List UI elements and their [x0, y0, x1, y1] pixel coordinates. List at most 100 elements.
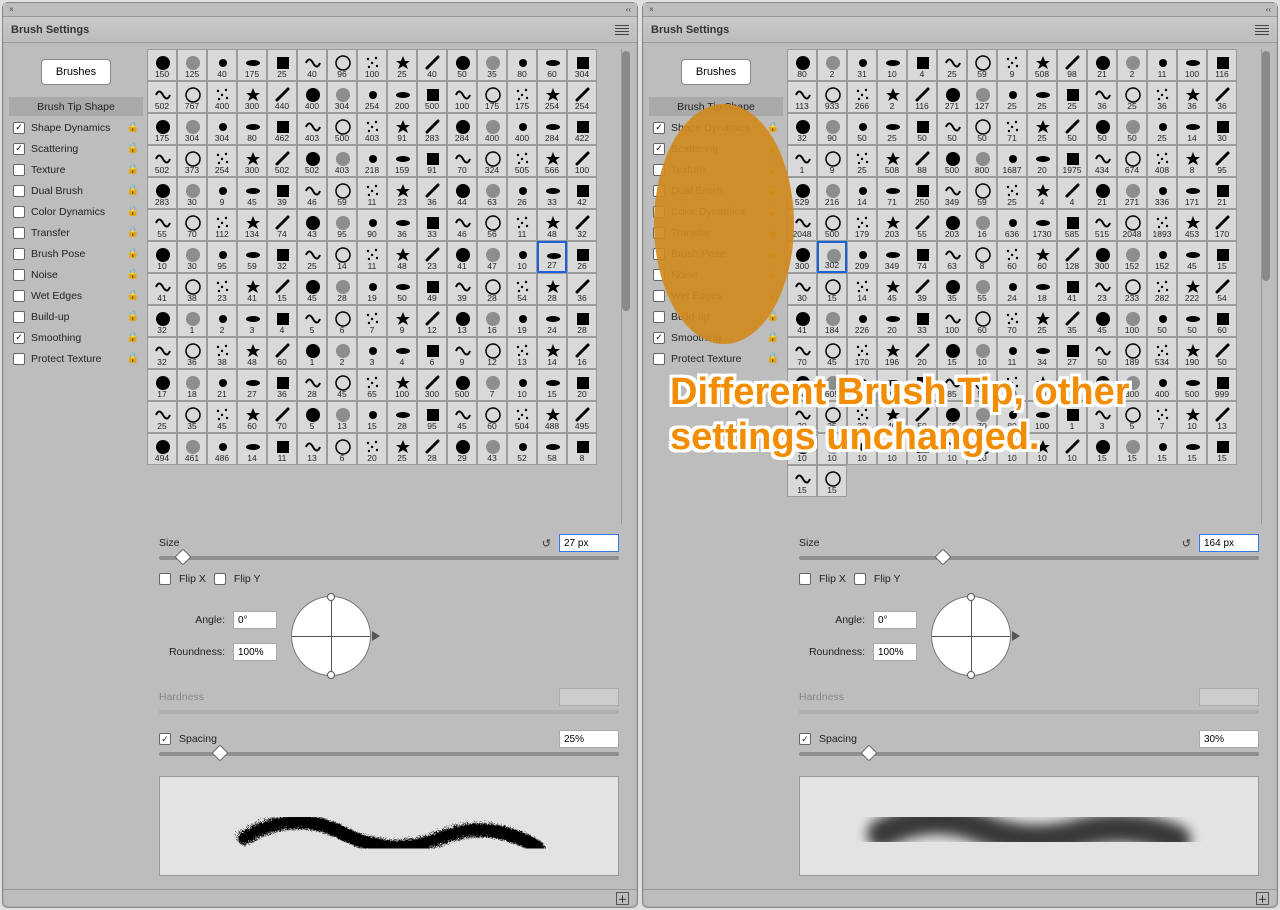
- brush-tip[interactable]: 222: [1177, 273, 1207, 305]
- brush-tip[interactable]: 400: [297, 81, 327, 113]
- new-preset-icon[interactable]: ＋: [1256, 892, 1269, 905]
- brush-tip[interactable]: 36: [267, 369, 297, 401]
- brush-tip[interactable]: 2048: [1117, 209, 1147, 241]
- brush-tip[interactable]: 500: [1177, 369, 1207, 401]
- brush-tip[interactable]: 59: [967, 49, 997, 81]
- brush-tip[interactable]: 30: [1207, 113, 1237, 145]
- brush-tip[interactable]: 26: [567, 241, 597, 273]
- brush-tip[interactable]: 9: [817, 145, 847, 177]
- brush-tip[interactable]: 1: [787, 145, 817, 177]
- brush-tip[interactable]: 304: [567, 49, 597, 81]
- brush-tip[interactable]: 25: [1027, 113, 1057, 145]
- brush-tip[interactable]: 47: [477, 241, 507, 273]
- brush-tip[interactable]: 349: [877, 241, 907, 273]
- brush-tip[interactable]: 508: [1027, 49, 1057, 81]
- brush-tip[interactable]: 28: [537, 273, 567, 305]
- brush-tip[interactable]: 1: [297, 337, 327, 369]
- brush-tip[interactable]: 56: [477, 209, 507, 241]
- scrollbar[interactable]: [621, 49, 631, 524]
- brush-tip[interactable]: 80: [787, 49, 817, 81]
- brush-tip[interactable]: 43: [477, 433, 507, 465]
- brush-tip[interactable]: 50: [1147, 305, 1177, 337]
- brush-tip-shape-header[interactable]: Brush Tip Shape: [9, 97, 143, 116]
- brush-tip[interactable]: 6: [327, 433, 357, 465]
- brush-tip[interactable]: 39: [267, 177, 297, 209]
- size-input[interactable]: [1199, 534, 1259, 552]
- option-brush-pose[interactable]: Brush Pose 🔒: [9, 244, 143, 263]
- brush-tip[interactable]: 226: [847, 305, 877, 337]
- collapse-icon[interactable]: ‹‹: [626, 5, 631, 14]
- brush-tip[interactable]: 3: [357, 337, 387, 369]
- brush-tip[interactable]: 36: [417, 177, 447, 209]
- brush-tip[interactable]: 100: [1177, 49, 1207, 81]
- brush-tip[interactable]: 60: [267, 337, 297, 369]
- brush-tip[interactable]: 33: [907, 305, 937, 337]
- brush-tip[interactable]: 373: [177, 145, 207, 177]
- brush-tip[interactable]: 495: [567, 401, 597, 433]
- brush-tip[interactable]: 800: [967, 145, 997, 177]
- checkbox[interactable]: [653, 290, 665, 302]
- flipx-checkbox[interactable]: [799, 573, 811, 585]
- brush-tip[interactable]: 304: [177, 113, 207, 145]
- brush-tip[interactable]: 48: [537, 209, 567, 241]
- brush-tip[interactable]: 10: [507, 369, 537, 401]
- brush-tip[interactable]: 349: [937, 177, 967, 209]
- brush-tip[interactable]: 32: [147, 305, 177, 337]
- brush-tip[interactable]: 500: [327, 113, 357, 145]
- brush-tip[interactable]: 36: [1207, 81, 1237, 113]
- brush-tip[interactable]: 35: [937, 273, 967, 305]
- brush-tip[interactable]: 10: [877, 49, 907, 81]
- brush-tip[interactable]: 502: [147, 145, 177, 177]
- brush-tip[interactable]: 25: [1027, 305, 1057, 337]
- brush-tip[interactable]: 71: [997, 113, 1027, 145]
- brush-tip[interactable]: 254: [537, 81, 567, 113]
- brush-tip[interactable]: 13: [447, 305, 477, 337]
- brush-tip[interactable]: 70: [787, 337, 817, 369]
- brush-tip[interactable]: 50: [1057, 113, 1087, 145]
- brush-tip[interactable]: 90: [817, 113, 847, 145]
- brush-tip[interactable]: 41: [1057, 273, 1087, 305]
- brush-tip[interactable]: 21: [1087, 177, 1117, 209]
- checkbox[interactable]: [13, 269, 25, 281]
- brush-tip[interactable]: 500: [937, 145, 967, 177]
- brush-tip[interactable]: 4: [267, 305, 297, 337]
- brush-tip[interactable]: 175: [147, 113, 177, 145]
- option-protect-texture[interactable]: Protect Texture 🔒: [649, 349, 783, 368]
- brush-tip[interactable]: 60: [1027, 241, 1057, 273]
- brushes-button[interactable]: Brushes: [41, 59, 111, 85]
- brush-tip[interactable]: 171: [1177, 177, 1207, 209]
- brush-tip[interactable]: 23: [1087, 273, 1117, 305]
- brush-tip[interactable]: 28: [387, 401, 417, 433]
- brush-tip[interactable]: 11: [507, 209, 537, 241]
- brush-tip[interactable]: 283: [417, 113, 447, 145]
- brush-tip[interactable]: 6: [327, 305, 357, 337]
- brush-tip[interactable]: 26: [507, 177, 537, 209]
- brush-tip[interactable]: 175: [507, 81, 537, 113]
- brush-tip[interactable]: 24: [537, 305, 567, 337]
- brush-tip[interactable]: 486: [207, 433, 237, 465]
- brush-tip[interactable]: 63: [477, 177, 507, 209]
- brush-tip[interactable]: 27: [237, 369, 267, 401]
- roundness-input[interactable]: [233, 643, 277, 661]
- brush-tip[interactable]: 16: [967, 209, 997, 241]
- brush-tip[interactable]: 20: [1027, 145, 1057, 177]
- brush-tip[interactable]: 45: [327, 369, 357, 401]
- brush-tip[interactable]: 38: [177, 273, 207, 305]
- brush-tip[interactable]: 408: [1147, 145, 1177, 177]
- brush-tip[interactable]: 11: [1147, 49, 1177, 81]
- lock-icon[interactable]: 🔒: [767, 353, 779, 364]
- brush-tip[interactable]: 14: [537, 337, 567, 369]
- brush-tip[interactable]: 36: [1147, 81, 1177, 113]
- brush-tip[interactable]: 48: [237, 337, 267, 369]
- brush-tip[interactable]: 13: [1207, 401, 1237, 433]
- brush-tip[interactable]: 9: [387, 305, 417, 337]
- brush-tip[interactable]: 25: [937, 49, 967, 81]
- brush-tip[interactable]: 25: [847, 145, 877, 177]
- brush-tip[interactable]: 45: [1087, 305, 1117, 337]
- brush-tip[interactable]: 566: [537, 145, 567, 177]
- brush-tip[interactable]: 11: [357, 177, 387, 209]
- brush-tip[interactable]: 15: [1207, 433, 1237, 465]
- brush-tip[interactable]: 12: [477, 337, 507, 369]
- brush-tip[interactable]: 7: [357, 305, 387, 337]
- spacing-input[interactable]: [1199, 730, 1259, 748]
